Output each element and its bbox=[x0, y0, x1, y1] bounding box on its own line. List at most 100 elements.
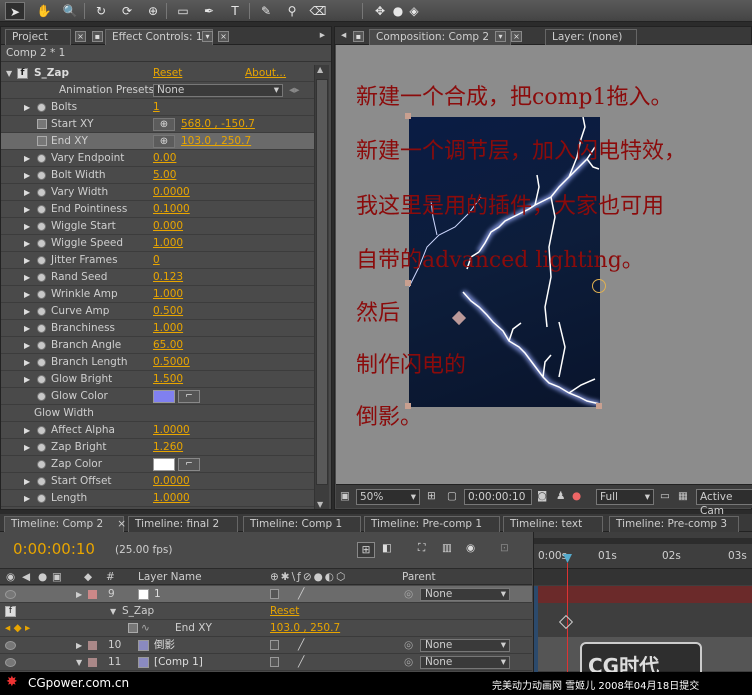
stopwatch-icon[interactable] bbox=[37, 290, 46, 299]
triangle-right-icon[interactable]: ▶ bbox=[24, 150, 30, 167]
stopwatch-icon[interactable] bbox=[37, 154, 46, 163]
table-row[interactable]: ▶ 10 倒影 ╱ ◎ None ▾ bbox=[0, 637, 532, 654]
close-icon[interactable]: × bbox=[117, 517, 126, 532]
shy-switch-icon[interactable] bbox=[270, 657, 279, 667]
fx-toggle-icon[interactable]: f bbox=[5, 606, 16, 617]
close-icon[interactable]: × bbox=[75, 31, 86, 42]
table-row[interactable]: f ▼ S_Zap Reset bbox=[0, 603, 532, 620]
table-row[interactable]: ▶ 9 1 ╱ ◎ None ▾ bbox=[0, 586, 532, 603]
draft-3d-icon[interactable]: ⛶ bbox=[418, 542, 425, 555]
close-icon[interactable]: × bbox=[218, 31, 229, 42]
effect-param-value[interactable]: 1.260 bbox=[153, 439, 183, 456]
triangle-right-icon[interactable]: ▶ bbox=[24, 167, 30, 184]
lock-icon[interactable]: ▪ bbox=[92, 31, 103, 42]
effect-param-value[interactable]: 0.000 bbox=[153, 218, 183, 235]
stopwatch-icon[interactable] bbox=[37, 341, 46, 350]
effect-param-row[interactable]: Glow Width bbox=[1, 405, 314, 422]
eye-icon[interactable] bbox=[5, 641, 16, 650]
effect-param-value[interactable]: 0.5000 bbox=[153, 354, 190, 371]
stopwatch-icon[interactable] bbox=[37, 494, 46, 503]
rotate-tool-icon[interactable]: ↻ bbox=[91, 2, 111, 20]
triangle-right-icon[interactable]: ▶ bbox=[24, 286, 30, 303]
text-tool-icon[interactable]: T bbox=[225, 2, 245, 20]
stopwatch-icon[interactable] bbox=[37, 443, 46, 452]
rectangle-tool-icon[interactable]: ▭ bbox=[173, 2, 193, 20]
orbit-camera-tool-icon[interactable]: ⟳ bbox=[117, 2, 137, 20]
frame-blending-icon[interactable]: ▥ bbox=[442, 542, 452, 554]
effect-param-row[interactable]: ▶ Wrinkle Amp 1.000 bbox=[1, 286, 314, 303]
crosshair-icon[interactable]: ⊕ bbox=[153, 135, 175, 148]
lock-icon[interactable]: ▪ bbox=[353, 31, 364, 42]
effect-param-value[interactable]: 0.0000 bbox=[153, 473, 190, 490]
layer-name-column-header[interactable]: Layer Name bbox=[138, 569, 202, 585]
effect-param-row[interactable]: ▶ Glow Bright 1.500 bbox=[1, 371, 314, 388]
triangle-right-icon[interactable]: ▶ bbox=[24, 99, 30, 116]
quality-switch-icon[interactable]: ╱ bbox=[298, 654, 304, 671]
eyedropper-icon[interactable]: ⌐ bbox=[178, 458, 200, 471]
triangle-right-icon[interactable]: ▶ bbox=[24, 184, 30, 201]
channel-icon[interactable]: ● bbox=[572, 490, 581, 502]
stopwatch-icon[interactable] bbox=[37, 103, 46, 112]
track-xy-tool-icon[interactable]: ⊕ bbox=[143, 2, 163, 20]
scroll-down-icon[interactable]: ▼ bbox=[317, 500, 323, 509]
work-area-bar[interactable] bbox=[534, 538, 752, 544]
stopwatch-icon[interactable] bbox=[37, 188, 46, 197]
mask-icon[interactable]: ▢ bbox=[447, 490, 457, 502]
scrollbar[interactable]: ▲ ▼ bbox=[314, 65, 329, 509]
panel-menu-icon[interactable]: ▸ bbox=[320, 29, 325, 41]
property-value[interactable]: 103.0 , 250.7 bbox=[270, 620, 340, 637]
effect-param-row[interactable]: ▶ Wiggle Start 0.000 bbox=[1, 218, 314, 235]
effect-param-row[interactable]: ▶ Length 1.0000 bbox=[1, 490, 314, 507]
stopwatch-icon[interactable] bbox=[37, 426, 46, 435]
effect-param-row[interactable]: ▶ Bolt Width 5.00 bbox=[1, 167, 314, 184]
composition-viewer[interactable]: 新建一个合成，把comp1拖入。 新建一个调节层，加入闪电特效， 我这里是用的插… bbox=[336, 45, 752, 486]
effect-param-row[interactable]: ▶ Rand Seed 0.123 bbox=[1, 269, 314, 286]
eye-icon[interactable] bbox=[5, 658, 16, 667]
effect-param-value[interactable]: 65.00 bbox=[153, 337, 183, 354]
effect-param-row[interactable]: Zap Color ⌐ bbox=[1, 456, 314, 473]
snapshot-icon[interactable]: ◙ bbox=[537, 490, 547, 502]
eyedropper-icon[interactable]: ⌐ bbox=[178, 390, 200, 403]
effect-param-row[interactable]: ▶ Vary Endpoint 0.00 bbox=[1, 150, 314, 167]
chevron-down-icon[interactable]: ▾ bbox=[202, 31, 213, 42]
effect-param-value[interactable]: 1.000 bbox=[153, 286, 183, 303]
shy-switch-icon[interactable] bbox=[270, 640, 279, 650]
tab-timeline[interactable]: Timeline: Pre-comp 3 bbox=[609, 516, 739, 532]
eye-icon[interactable]: ◉ bbox=[6, 569, 15, 585]
close-icon[interactable]: × bbox=[511, 31, 522, 42]
about-link[interactable]: About... bbox=[245, 65, 286, 82]
clone-stamp-tool-icon[interactable]: ⚲ bbox=[282, 2, 302, 20]
comp-mini-flowchart-icon[interactable]: ⊞ bbox=[357, 542, 375, 558]
stopwatch-icon[interactable] bbox=[37, 136, 47, 146]
effect-param-row[interactable]: ▶ Start Offset 0.0000 bbox=[1, 473, 314, 490]
triangle-right-icon[interactable]: ▶ bbox=[24, 371, 30, 388]
triangle-right-icon[interactable]: ▶ bbox=[24, 201, 30, 218]
label-color-icon[interactable] bbox=[88, 658, 97, 667]
brush-tool-icon[interactable]: ✎ bbox=[256, 2, 276, 20]
current-time-field[interactable]: 0:00:00:10 bbox=[464, 489, 532, 505]
selection-tool-icon[interactable]: ➤ bbox=[5, 2, 25, 20]
motion-blur-icon[interactable]: ◉ bbox=[466, 542, 475, 554]
crosshair-icon[interactable]: ⊕ bbox=[153, 118, 175, 131]
effect-param-value[interactable]: 0.0000 bbox=[153, 184, 190, 201]
scroll-up-icon[interactable]: ▲ bbox=[317, 65, 323, 74]
layer-name[interactable]: 1 bbox=[154, 586, 161, 603]
triangle-down-icon[interactable]: ▼ bbox=[6, 65, 12, 82]
tab-project[interactable]: Project bbox=[5, 29, 71, 45]
triangle-down-icon[interactable]: ▼ bbox=[110, 603, 116, 620]
quality-switch-icon[interactable]: ╱ bbox=[298, 586, 304, 603]
work-area-start-icon[interactable] bbox=[534, 586, 538, 673]
layer-name[interactable]: [Comp 1] bbox=[154, 654, 203, 671]
shy-switch-icon[interactable] bbox=[270, 589, 279, 599]
triangle-right-icon[interactable]: ▶ bbox=[24, 218, 30, 235]
zoom-tool-icon[interactable]: 🔍 bbox=[60, 2, 80, 20]
eraser-tool-icon[interactable]: ⌫ bbox=[308, 2, 328, 20]
effect-param-value[interactable]: 1 bbox=[153, 99, 160, 116]
effect-param-row[interactable]: ▶ Branch Angle 65.00 bbox=[1, 337, 314, 354]
audio-icon[interactable]: ◀ bbox=[22, 569, 30, 585]
live-update-icon[interactable]: ◧ bbox=[382, 542, 392, 554]
effect-param-row[interactable]: ▶ Branchiness 1.000 bbox=[1, 320, 314, 337]
stopwatch-icon[interactable] bbox=[37, 460, 46, 469]
stopwatch-icon[interactable] bbox=[37, 205, 46, 214]
effect-param-row[interactable]: ▶ Zap Bright 1.260 bbox=[1, 439, 314, 456]
